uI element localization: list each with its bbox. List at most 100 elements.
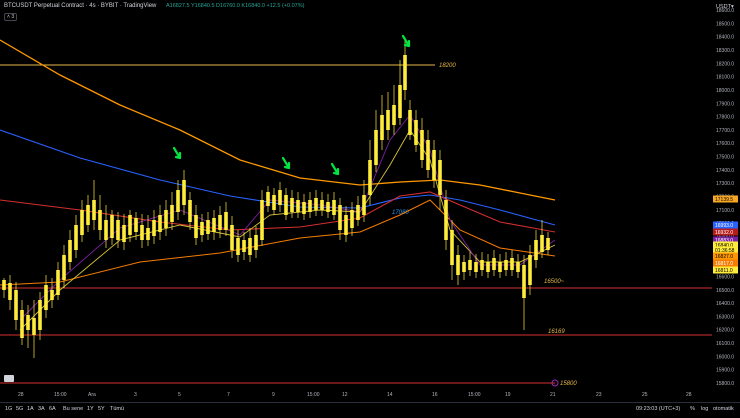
candle-body: [398, 85, 402, 118]
candle-body: [540, 235, 544, 252]
price-tick-label: 16300.0: [716, 314, 734, 320]
price-tag-text: 16817.0: [715, 261, 733, 267]
hline-16500-label: 16500~: [544, 279, 565, 285]
clock: 09:23:03 (UTC+3): [636, 406, 681, 412]
time-tick-label: 5: [178, 392, 181, 398]
candle-body: [368, 160, 372, 195]
indicator-count: 3: [11, 14, 15, 20]
price-chart[interactable]: 18600.018500.018400.018300.018200.018100…: [0, 0, 740, 417]
bottom-toolbar: 1G 5G 1A 3A 6A Bu sene 1Y 5Y Tümü 09:23:03 (UTC+…: [0, 402, 740, 418]
candle-body: [20, 310, 24, 338]
candle-body: [260, 200, 264, 240]
candle-body: [140, 225, 144, 240]
price-tick-label: 17700.0: [716, 128, 734, 134]
candle-body: [56, 270, 60, 295]
candle-body: [182, 180, 186, 205]
candle-body: [386, 110, 390, 130]
arrow-icon: [330, 162, 340, 176]
candle-body: [414, 120, 418, 145]
price-tag: 16993.0: [713, 221, 738, 229]
range-button[interactable]: 3A: [38, 406, 45, 412]
candle-body: [32, 318, 36, 335]
ohlc-values: A16827.5 Y16840.5 D16760.0 K16840.0 +12.…: [166, 3, 305, 9]
range-button[interactable]: 5G: [16, 406, 23, 412]
time-tick-label: 19: [505, 392, 511, 398]
candle-body: [248, 238, 252, 255]
price-tick-label: 18100.0: [716, 75, 734, 81]
range-button[interactable]: 1A: [27, 406, 34, 412]
hline-18200-label: 18200: [439, 63, 456, 69]
auto-toggle[interactable]: otomatik: [713, 406, 734, 412]
time-tick-label: 21: [550, 392, 556, 398]
candle-body: [164, 210, 168, 228]
time-tick-label: 15:00: [307, 392, 320, 398]
price-tag-text: 16811.0: [715, 268, 733, 274]
candle-body: [68, 240, 72, 262]
candle-body: [344, 215, 348, 235]
candle-body: [374, 130, 378, 165]
candle-body: [14, 290, 18, 320]
hline-15800-label: 15800: [560, 381, 577, 387]
range-button[interactable]: Bu sene: [63, 406, 83, 412]
price-tick-label: 18500.0: [716, 21, 734, 27]
price-tag: 16811.0: [713, 266, 738, 274]
candle-body: [2, 280, 6, 290]
range-button[interactable]: 5Y: [98, 406, 105, 412]
candle-body: [403, 55, 407, 90]
price-tag-text: 16827.0: [715, 254, 733, 260]
price-tick-label: 17900.0: [716, 101, 734, 107]
candle-body: [498, 262, 502, 272]
symbol-title[interactable]: BTCUSDT Perpetual Contract · 4s · BYBIT …: [4, 3, 156, 9]
price-tick-label: 18400.0: [716, 35, 734, 41]
time-tick-label: 14: [387, 392, 393, 398]
candle-body: [420, 130, 424, 160]
candle-body: [26, 315, 30, 330]
candle-body: [528, 255, 532, 285]
candle-body: [86, 205, 90, 225]
range-button[interactable]: 1G: [5, 406, 12, 412]
candle-body: [218, 215, 222, 230]
candle-body: [534, 240, 538, 260]
currency-label: USDT▾: [716, 4, 734, 10]
time-tick-label: 28: [18, 392, 24, 398]
candle-body: [486, 262, 490, 272]
log-toggle[interactable]: log: [701, 406, 708, 412]
candle-body: [98, 210, 102, 230]
time-tick-label: Ara: [88, 392, 96, 398]
candle-body: [504, 260, 508, 270]
time-tick-label: 9: [272, 392, 275, 398]
range-button[interactable]: 1Y: [87, 406, 94, 412]
price-tick-label: 17800.0: [716, 115, 734, 121]
candle-body: [462, 262, 466, 272]
candle-body: [278, 190, 282, 205]
time-tick-label: 28: [686, 392, 692, 398]
ohlc-readout: A16827.5 Y16840.5 D16760.0 K16840.0 +12.…: [166, 3, 304, 9]
percent-toggle[interactable]: %: [690, 406, 695, 412]
candle-body: [380, 115, 384, 140]
candle-body: [212, 218, 216, 232]
candle-body: [314, 198, 318, 210]
range-button[interactable]: 6A: [49, 406, 56, 412]
candle-body: [230, 225, 234, 250]
candle-body: [188, 200, 192, 222]
price-tick-label: 17300.0: [716, 181, 734, 187]
candle-body: [290, 198, 294, 212]
symbol-title-text: BTCUSDT Perpetual Contract · 4s · BYBIT …: [4, 3, 157, 9]
candle-body: [266, 192, 270, 206]
price-tick-label: 17100.0: [716, 208, 734, 214]
candle-body: [170, 205, 174, 222]
price-tick-label: 18000.0: [716, 88, 734, 94]
range-button[interactable]: Tümü: [110, 406, 124, 412]
price-tick-label: 16000.0: [716, 354, 734, 360]
time-tick-label: 12: [342, 392, 348, 398]
moving-average-line: [0, 39, 556, 201]
candle-body: [128, 215, 132, 235]
indicator-count-toggle[interactable]: ˄ 3: [4, 13, 18, 21]
candle-body: [158, 215, 162, 232]
candle-body: [326, 202, 330, 212]
candle-body: [200, 222, 204, 235]
candle-body: [80, 210, 84, 235]
candle-body: [152, 220, 156, 236]
candle-body: [116, 220, 120, 240]
candle-body: [194, 215, 198, 238]
